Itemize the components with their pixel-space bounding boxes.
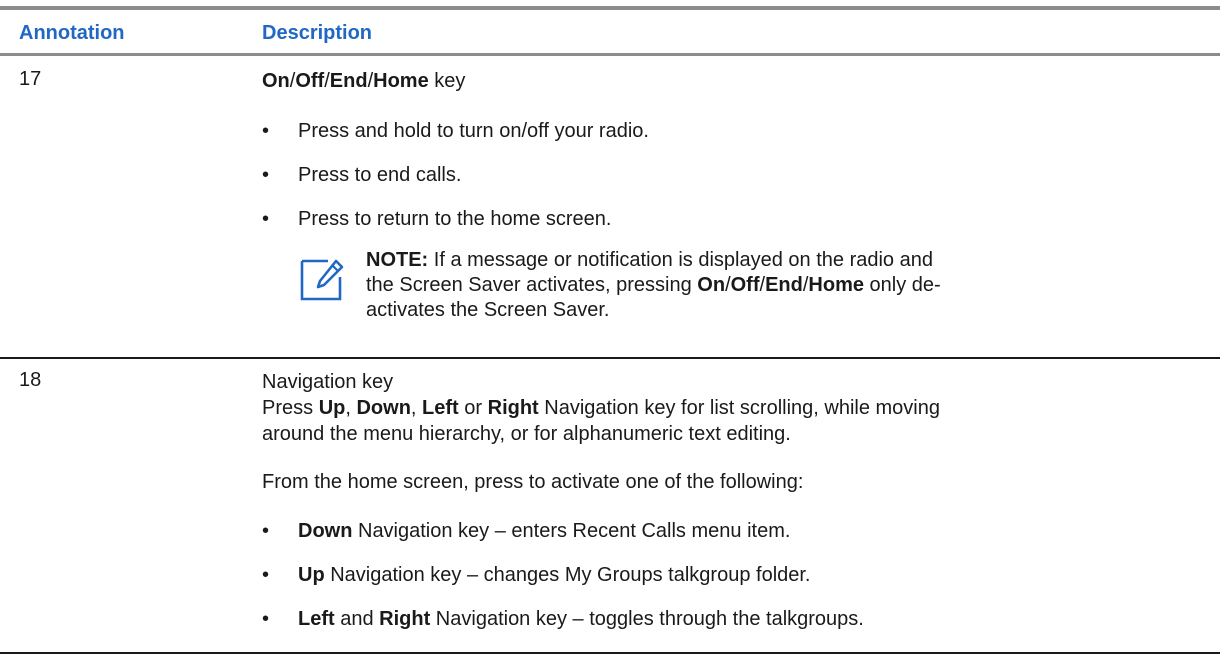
row-18-title: Navigation key [262,371,394,393]
note-text: If a message or notification is displaye… [428,249,933,271]
note-block: NOTE: If a message or notification is di… [366,248,1156,323]
note-line-3: activates the Screen Saver. [366,298,1156,323]
para-line-1: Press Up, Down, Left or Right Navigation… [262,395,1192,421]
bullet-dot: • [262,608,270,630]
key-name: Down [298,520,353,542]
title-end: End [329,70,368,92]
list-item-text: Up Navigation key – changes My Groups ta… [298,564,811,587]
key-left: Left [422,397,459,419]
note-label: NOTE: [366,249,429,271]
list-item-text: Left and Right Navigation key – toggles … [298,608,864,631]
table-header: Annotation Description [0,10,1220,54]
note-text: the Screen Saver activates, pressing [366,274,698,296]
bullet-dot: • [262,120,270,142]
bullet-dot: • [262,564,270,586]
row-17-annotation: 17 [19,68,42,90]
title-off: Off [295,70,325,92]
row-divider [0,357,1220,359]
row-18-annotation: 18 [19,369,42,391]
note-edit-icon [300,259,344,301]
bullet-dot: • [262,164,270,186]
list-item-desc: Navigation key – changes My Groups talkg… [324,564,811,586]
para-text: , [410,397,423,419]
header-rule [0,53,1220,56]
row-18-paragraph-2: From the home screen, press to activate … [262,471,804,493]
key-name: Left [298,608,335,630]
para-text: , [345,397,357,419]
bullet-dot: • [262,208,270,230]
key-name: Up [298,564,325,586]
note-line-2: the Screen Saver activates, pressing On/… [366,273,1156,298]
bullet-dot: • [262,520,270,542]
list-item-desc: Navigation key – toggles through the tal… [430,608,864,630]
title-on: On [262,70,290,92]
list-item-text: Press and hold to turn on/off your radio… [298,120,649,142]
title-home: Home [373,70,429,92]
note-home: Home [808,274,864,296]
note-off: Off [730,274,760,296]
list-item-desc: Navigation key – enters Recent Calls men… [352,520,791,542]
note-on: On [697,274,726,296]
key-down: Down [356,397,411,419]
note-line-1: NOTE: If a message or notification is di… [366,248,1156,273]
key-up: Up [318,397,346,419]
para-text: Press [262,397,319,419]
header-annotation: Annotation [19,22,125,44]
key-name: Right [379,608,431,630]
list-item-text: Press to return to the home screen. [298,208,612,230]
note-end: End [765,274,803,296]
title-suffix: key [428,70,466,92]
para-text: or [458,397,488,419]
document-page: Annotation Description 17 On/Off/End/Hom… [0,0,1220,658]
key-right: Right [487,397,539,419]
row-18-paragraph-1: Press Up, Down, Left or Right Navigation… [262,395,1192,447]
list-item-text: Down Navigation key – enters Recent Call… [298,520,790,543]
para-text: around the menu hierarchy, or for alphan… [262,423,791,445]
para-text: Navigation key for list scrolling, while… [538,397,940,419]
note-text: activates the Screen Saver. [366,299,610,321]
list-item-text: Press to end calls. [298,164,462,186]
list-item-desc: and [334,608,380,630]
row-17-title: On/Off/End/Home key [262,68,1192,94]
para-line-2: around the menu hierarchy, or for alphan… [262,421,1192,447]
header-description: Description [262,22,373,44]
table-bottom-rule [0,652,1220,654]
note-text: only de- [864,274,941,296]
